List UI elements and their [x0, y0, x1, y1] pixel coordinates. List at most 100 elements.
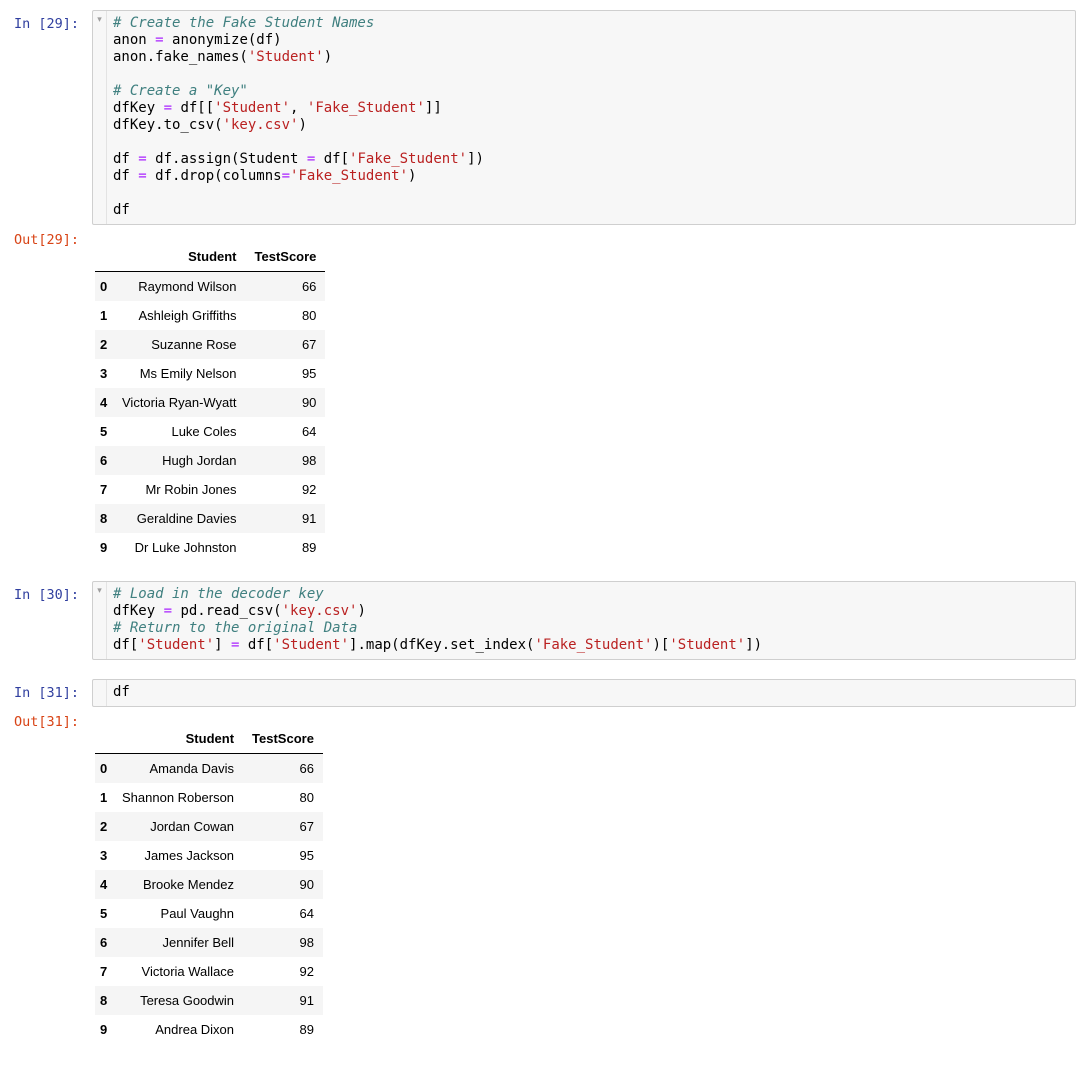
- output-row: Out[29]: Student TestScore 0 Raymond Wilson 6…: [14, 230, 1076, 562]
- code-token-string: 'key.csv': [222, 117, 299, 133]
- index-header-cell: [95, 724, 113, 754]
- code-token-operator: =: [163, 603, 173, 619]
- notebook-cell: In [29]: ▾ # Create the Fake Student Names…: [14, 10, 1076, 562]
- code-line: # Return to the original Data: [113, 620, 357, 636]
- cell-value: 92: [299, 964, 314, 979]
- cell-value: 64: [299, 906, 314, 921]
- table-header: Student TestScore: [95, 724, 323, 754]
- fold-arrow-icon[interactable]: ▾: [93, 585, 106, 596]
- code-token-plain: ): [408, 168, 417, 184]
- row-index: 4: [100, 395, 108, 410]
- row-index: 6: [100, 453, 108, 468]
- table-body: 0 Amanda Davis 66 1 Shannon Roberson 80 2 Jorda…: [95, 753, 323, 1045]
- dataframe-table: Student TestScore 0 Amanda Davis 66 1 Shannon …: [95, 724, 323, 1044]
- code-token-plain: ,: [290, 100, 307, 116]
- cell-value: 89: [299, 1022, 314, 1037]
- cell-value: 66: [301, 279, 317, 294]
- code-token-string: 'Student': [669, 637, 746, 653]
- code-token-plain: df: [113, 168, 139, 184]
- row-index: 9: [100, 540, 108, 555]
- row-index: 4: [100, 877, 108, 892]
- table-row: 2 Jordan Cowan 67: [95, 812, 323, 841]
- table-row: 7 Mr Robin Jones 92: [95, 475, 325, 504]
- cell-value: Brooke Mendez: [142, 877, 235, 892]
- code-token-plain: df: [113, 202, 130, 218]
- table-row: 9 Dr Luke Johnston 89: [95, 533, 325, 562]
- cell-value: Amanda Davis: [149, 761, 235, 776]
- row-index: 9: [100, 1022, 108, 1037]
- code-token-plain: df.drop(columns: [146, 168, 282, 184]
- notebook: In [29]: ▾ # Create the Fake Student Names…: [14, 10, 1076, 1044]
- cell-value: Luke Coles: [171, 424, 237, 439]
- notebook-cell: In [31]: df Out[31]: Student TestScore 0 Amand…: [14, 679, 1076, 1044]
- row-index: 8: [100, 993, 108, 1008]
- cell-value: Suzanne Rose: [151, 337, 237, 352]
- cell-value: 67: [299, 819, 314, 834]
- output-prompt: Out[31]:: [14, 714, 80, 730]
- cell-value: Victoria Wallace: [141, 964, 235, 979]
- code-token-plain: anon.fake_names(: [113, 49, 248, 65]
- code-token-plain: dfKey: [113, 603, 164, 619]
- cell-value: Teresa Goodwin: [140, 993, 235, 1008]
- code-token-plain: df[[: [172, 100, 215, 116]
- cell-value: 90: [301, 395, 317, 410]
- fold-gutter: ▾: [93, 582, 107, 659]
- code-token-operator: =: [138, 151, 147, 167]
- code-input-area[interactable]: ▾ # Create the Fake Student Names anon = …: [92, 10, 1076, 225]
- cell-value: Raymond Wilson: [138, 279, 237, 294]
- code-token-string: 'Student': [214, 100, 291, 116]
- code-token-plain: dfKey: [113, 100, 164, 116]
- code-editor[interactable]: # Create the Fake Student Names anon = a…: [107, 11, 1075, 224]
- cell-value: Shannon Roberson: [122, 790, 235, 805]
- code-token-comment: # Return to the original Data: [113, 620, 358, 636]
- code-token-plain: df.assign(Student: [146, 151, 307, 167]
- output-prompt: Out[29]:: [14, 232, 80, 248]
- code-token-string: 'Fake_Student': [349, 151, 468, 167]
- code-token-plain: ]: [214, 637, 232, 653]
- cell-value: 64: [301, 424, 317, 439]
- code-token-plain: df[: [239, 637, 274, 653]
- code-line: df = df.drop(columns='Fake_Student'): [113, 168, 416, 184]
- cell-value: Geraldine Davies: [136, 511, 237, 526]
- cell-value: 80: [301, 308, 317, 323]
- code-token-string: 'Student': [138, 637, 215, 653]
- code-line: df = df.assign(Student = df['Fake_Studen…: [113, 151, 484, 167]
- code-token-operator: =: [281, 168, 291, 184]
- output-area: Student TestScore 0 Raymond Wilson 66 1 Ashlei…: [92, 230, 326, 562]
- cell-value: Ms Emily Nelson: [139, 366, 237, 381]
- code-line: df: [113, 202, 130, 218]
- cell-value: Jennifer Bell: [162, 935, 235, 950]
- code-token-string: 'Fake_Student': [306, 100, 425, 116]
- table-header: Student TestScore: [95, 242, 326, 272]
- table-row: 4 Brooke Mendez 90: [95, 870, 323, 899]
- code-editor[interactable]: df: [107, 680, 1075, 706]
- table-row: 4 Victoria Ryan-Wyatt 90: [95, 388, 326, 417]
- code-input-area[interactable]: ▾ # Load in the decoder key dfKey = pd.re…: [92, 581, 1076, 660]
- row-index: 0: [100, 279, 108, 294]
- cell-value: 91: [301, 511, 317, 526]
- dataframe-table: Student TestScore 0 Raymond Wilson 66 1 Ashlei…: [95, 242, 326, 562]
- cell-value: 66: [299, 761, 314, 776]
- fold-gutter: [93, 680, 107, 706]
- row-index: 6: [100, 935, 108, 950]
- table-row: 8 Teresa Goodwin 91: [95, 986, 323, 1015]
- cell-value: Jordan Cowan: [150, 819, 235, 834]
- table-row: 8 Geraldine Davies 91: [95, 504, 326, 533]
- code-input-area[interactable]: df: [92, 679, 1076, 707]
- row-index: 8: [100, 511, 108, 526]
- row-index: 2: [100, 819, 108, 834]
- code-line: df: [113, 684, 130, 700]
- cell-value: 89: [301, 540, 317, 555]
- row-index: 3: [100, 848, 108, 863]
- table-row: 5 Luke Coles 64: [95, 417, 325, 446]
- code-line: # Create the Fake Student Names: [113, 15, 374, 31]
- input-prompt: In [30]:: [14, 587, 80, 603]
- table-row: 0 Amanda Davis 66: [95, 753, 323, 783]
- output-row: Out[31]: Student TestScore 0 Amanda Davis 66 1…: [14, 712, 1076, 1044]
- fold-arrow-icon[interactable]: ▾: [93, 14, 106, 25]
- code-editor[interactable]: # Load in the decoder key dfKey = pd.rea…: [107, 582, 1075, 659]
- code-line: # Load in the decoder key: [113, 586, 324, 602]
- code-line: dfKey = pd.read_csv('key.csv'): [113, 603, 366, 619]
- code-token-plain: ]): [467, 151, 484, 167]
- code-token-comment: # Create a "Key": [113, 83, 248, 99]
